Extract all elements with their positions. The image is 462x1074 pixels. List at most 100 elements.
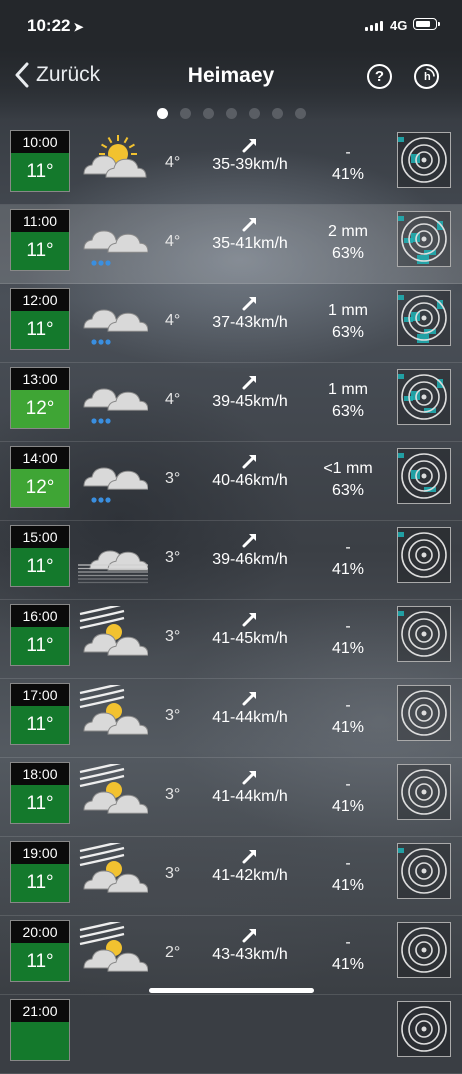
hour-label: 18:00 <box>11 763 69 785</box>
page-dot[interactable] <box>294 108 306 119</box>
radar-thumbnail[interactable] <box>397 211 451 267</box>
wind-info: 39-46km/h <box>200 531 300 569</box>
wind-speed: 35-41km/h <box>212 235 288 252</box>
humidity-value: 41% <box>331 719 365 736</box>
history-icon[interactable]: h <box>414 64 439 89</box>
precipitation-info: - 41% <box>318 616 378 660</box>
wind-speed: 43-43km/h <box>212 946 288 963</box>
precipitation-amount: - <box>345 539 351 556</box>
precipitation-amount: 1 mm <box>328 302 368 319</box>
hour-label: 12:00 <box>11 289 69 311</box>
page-dot[interactable] <box>271 108 283 119</box>
page-indicator[interactable] <box>0 108 462 119</box>
humidity-value: 63% <box>331 482 365 499</box>
wind-speed: 41-42km/h <box>212 867 288 884</box>
radar-thumbnail[interactable] <box>397 448 451 504</box>
fog-cloud-icon <box>78 527 149 587</box>
feels-like-value: 4° <box>165 391 181 408</box>
forecast-row[interactable]: 12:00 11° 4° 37-43km/h 1 mm 63% <box>0 284 462 363</box>
feels-like-value: 4° <box>165 154 181 171</box>
wind-speed: 39-45km/h <box>212 393 288 410</box>
forecast-row[interactable]: 21:00 <box>0 995 462 1074</box>
time-temp-box: 12:00 11° <box>10 288 70 350</box>
wind-direction-icon <box>242 613 256 627</box>
radar-thumbnail[interactable] <box>397 1001 451 1057</box>
precipitation-info: 1 mm 63% <box>318 379 378 423</box>
feels-like-value: 3° <box>165 470 181 487</box>
home-indicator[interactable] <box>149 988 314 993</box>
forecast-row[interactable]: 18:00 11° 3° 41-44km/h - 41% <box>0 758 462 837</box>
temperature-value: 11° <box>11 627 69 665</box>
wind-info: 39-45km/h <box>200 373 300 411</box>
forecast-row[interactable]: 19:00 11° 3° 41-42km/h - 41% <box>0 837 462 916</box>
windy-sun-cloud-icon <box>78 681 149 745</box>
forecast-row[interactable]: 15:00 11° 3° 39-46km/h - 41% <box>0 521 462 600</box>
feels-like-value: 4° <box>165 312 181 329</box>
wind-info: 41-42km/h <box>200 847 300 885</box>
forecast-row[interactable]: 20:00 11° 2° 43-43km/h - 41% <box>0 916 462 995</box>
signal-icon <box>365 21 383 31</box>
wind-direction-icon <box>242 850 256 864</box>
forecast-row[interactable]: 10:00 11° 4° 35-39km/h - 41% <box>0 126 462 205</box>
radar-thumbnail[interactable] <box>397 685 451 741</box>
page-title: Heimaey <box>187 64 275 87</box>
help-button[interactable]: ? <box>367 64 392 89</box>
temperature-value: 11° <box>11 548 69 586</box>
page-dot[interactable] <box>202 108 214 119</box>
feels-like-value: 3° <box>165 707 181 724</box>
windy-sun-cloud-icon <box>78 760 149 824</box>
time-temp-box: 11:00 11° <box>10 209 70 271</box>
wind-speed: 40-46km/h <box>212 472 288 489</box>
wind-direction-icon <box>242 139 256 153</box>
forecast-row[interactable]: 16:00 11° 3° 41-45km/h - 41% <box>0 600 462 679</box>
feels-like-value: 3° <box>165 549 181 566</box>
radar-thumbnail[interactable] <box>397 606 451 662</box>
radar-thumbnail[interactable] <box>397 843 451 899</box>
page-dot[interactable] <box>248 108 260 119</box>
wind-info: 41-45km/h <box>200 610 300 648</box>
forecast-row[interactable]: 17:00 11° 3° 41-44km/h - 41% <box>0 679 462 758</box>
precipitation-info: - 41% <box>318 537 378 581</box>
temperature-value: 11° <box>11 706 69 744</box>
radar-thumbnail[interactable] <box>397 369 451 425</box>
hour-label: 16:00 <box>11 605 69 627</box>
radar-thumbnail[interactable] <box>397 132 451 188</box>
precipitation-amount: - <box>345 934 351 951</box>
windy-sun-cloud-icon <box>78 918 149 982</box>
humidity-value: 41% <box>331 166 365 183</box>
battery-icon <box>413 18 440 30</box>
wind-direction-icon <box>242 297 256 311</box>
feels-like-value: 3° <box>165 865 181 882</box>
status-bar: 10:22 ➤ 4G <box>0 0 462 50</box>
precipitation-info: - 41% <box>318 695 378 739</box>
wind-info: 35-39km/h <box>200 136 300 174</box>
hour-label: 15:00 <box>11 526 69 548</box>
rain-cloud-icon <box>78 448 149 508</box>
hour-label: 13:00 <box>11 368 69 390</box>
temperature-value: 11° <box>11 232 69 270</box>
wind-direction-icon <box>242 534 256 548</box>
radar-thumbnail[interactable] <box>397 922 451 978</box>
wind-speed: 41-44km/h <box>212 709 288 726</box>
humidity-value: 41% <box>331 798 365 815</box>
radar-thumbnail[interactable] <box>397 527 451 583</box>
forecast-row[interactable]: 14:00 12° 3° 40-46km/h <1 mm 63% <box>0 442 462 521</box>
network-type: 4G <box>390 18 408 33</box>
time-temp-box: 18:00 11° <box>10 762 70 824</box>
precipitation-info: - 41% <box>318 853 378 897</box>
feels-like-value: 2° <box>165 944 181 961</box>
rain-cloud-icon <box>78 290 149 350</box>
page-dot[interactable] <box>179 108 191 119</box>
forecast-row[interactable]: 11:00 11° 4° 35-41km/h 2 mm 63% <box>0 205 462 284</box>
page-dot[interactable] <box>225 108 237 119</box>
radar-thumbnail[interactable] <box>397 764 451 820</box>
forecast-row[interactable]: 13:00 12° 4° 39-45km/h 1 mm 63% <box>0 363 462 442</box>
status-time: 10:22 ➤ <box>27 16 84 35</box>
hour-label: 19:00 <box>11 842 69 864</box>
page-dot[interactable] <box>156 108 168 119</box>
windy-sun-cloud-icon <box>78 839 149 903</box>
radar-thumbnail[interactable] <box>397 290 451 346</box>
wind-direction-icon <box>242 455 256 469</box>
windy-sun-cloud-icon <box>78 602 149 666</box>
humidity-value: 41% <box>331 561 365 578</box>
